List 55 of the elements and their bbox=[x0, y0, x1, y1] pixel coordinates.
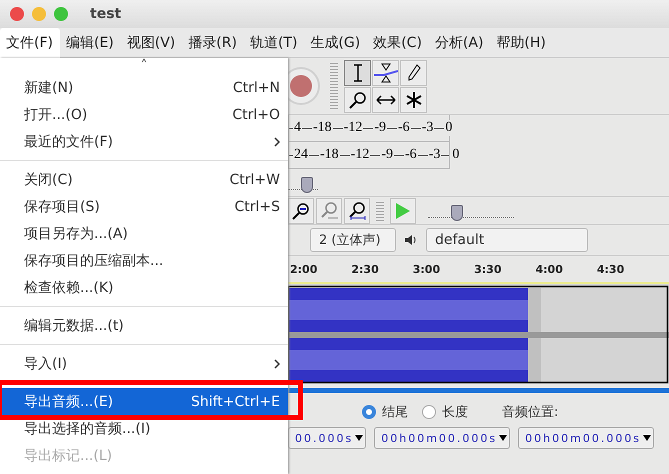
menu-item[interactable]: 项目另存为...(A) bbox=[0, 220, 288, 247]
time-label: 2:30 bbox=[351, 262, 379, 276]
recording-channels-dropdown[interactable]: 2 (立体声) bbox=[310, 228, 396, 252]
menu-item[interactable]: 导出音频...(E) Shift+Ctrl+E bbox=[0, 388, 288, 415]
menu-title[interactable]: 编辑(E) bbox=[60, 28, 121, 58]
pencil-icon[interactable] bbox=[400, 60, 427, 86]
menu-item[interactable]: 保存项目(S) Ctrl+S bbox=[0, 193, 288, 220]
time-label: 3:00 bbox=[412, 262, 440, 276]
menu-title[interactable]: 视图(V) bbox=[120, 28, 182, 58]
menu-item[interactable]: 编辑元数据...(t) bbox=[0, 312, 288, 339]
meter-tick-label: 0 bbox=[444, 120, 454, 136]
window-title: test bbox=[90, 6, 122, 22]
audio-position-label: 音频位置: bbox=[502, 404, 558, 421]
menu-item[interactable]: 新建(N) Ctrl+N bbox=[0, 74, 288, 101]
zoom-icon[interactable] bbox=[344, 86, 371, 112]
timeline-ruler[interactable]: 2:00 2:30 3:00 3:30 4:00 4:30 bbox=[288, 256, 669, 282]
menu-title[interactable]: 播录(R) bbox=[182, 28, 244, 58]
dropdown-arrow-icon[interactable] bbox=[643, 433, 652, 443]
time-label: 2:00 bbox=[290, 262, 318, 276]
menu-title[interactable]: 文件(F) bbox=[0, 28, 60, 58]
time-label: 4:30 bbox=[596, 262, 624, 276]
time-field[interactable]: 00h00m00.000s bbox=[518, 427, 654, 449]
time-label: 4:00 bbox=[536, 262, 563, 276]
menu-item[interactable]: 导出选择的音频...(I) bbox=[0, 415, 288, 442]
radio-button[interactable]: 长度 bbox=[422, 403, 468, 421]
menu-item[interactable]: 检查依赖...(K) bbox=[0, 274, 288, 301]
multi-tool-icon[interactable] bbox=[400, 86, 427, 112]
record-button[interactable] bbox=[290, 75, 312, 97]
menu-title[interactable]: 轨道(T) bbox=[244, 28, 304, 58]
dropdown-arrow-icon[interactable] bbox=[355, 433, 364, 443]
fit-project-icon[interactable] bbox=[344, 198, 370, 224]
envelope-tool-icon[interactable] bbox=[372, 60, 399, 86]
menu-item[interactable]: 打开...(O) Ctrl+O bbox=[0, 101, 288, 128]
playback-device-dropdown[interactable]: default bbox=[426, 228, 588, 252]
time-field[interactable]: 00.000s bbox=[288, 427, 366, 449]
slider-thumb[interactable] bbox=[301, 177, 313, 193]
menu-item[interactable]: 导入(I) bbox=[0, 350, 288, 377]
text-cursor-icon[interactable] bbox=[344, 60, 371, 86]
menu-title[interactable]: 分析(A) bbox=[428, 28, 490, 58]
slider-thumb[interactable] bbox=[451, 205, 463, 221]
menu-item[interactable]: 最近的文件(F) bbox=[0, 128, 288, 155]
time-field[interactable]: 00h00m00.000s bbox=[374, 427, 510, 449]
menu-title[interactable]: 帮助(H) bbox=[490, 28, 553, 58]
dropdown-arrow-icon[interactable] bbox=[499, 433, 508, 443]
menu-title[interactable]: 生成(G) bbox=[304, 28, 368, 58]
close-icon[interactable] bbox=[10, 7, 24, 21]
scroll-up-arrow[interactable]: ˄ bbox=[0, 58, 288, 74]
zoom-out-icon[interactable] bbox=[288, 198, 314, 224]
menu-item[interactable]: 关闭(C) Ctrl+W bbox=[0, 166, 288, 193]
radio-button[interactable]: 结尾 bbox=[362, 403, 408, 421]
menu-title[interactable]: 效果(C) bbox=[367, 28, 429, 58]
time-label: 3:30 bbox=[474, 262, 502, 276]
time-shift-icon[interactable] bbox=[372, 86, 399, 112]
speaker-icon bbox=[404, 234, 418, 246]
menu-item[interactable]: 保存项目的压缩副本... bbox=[0, 247, 288, 274]
